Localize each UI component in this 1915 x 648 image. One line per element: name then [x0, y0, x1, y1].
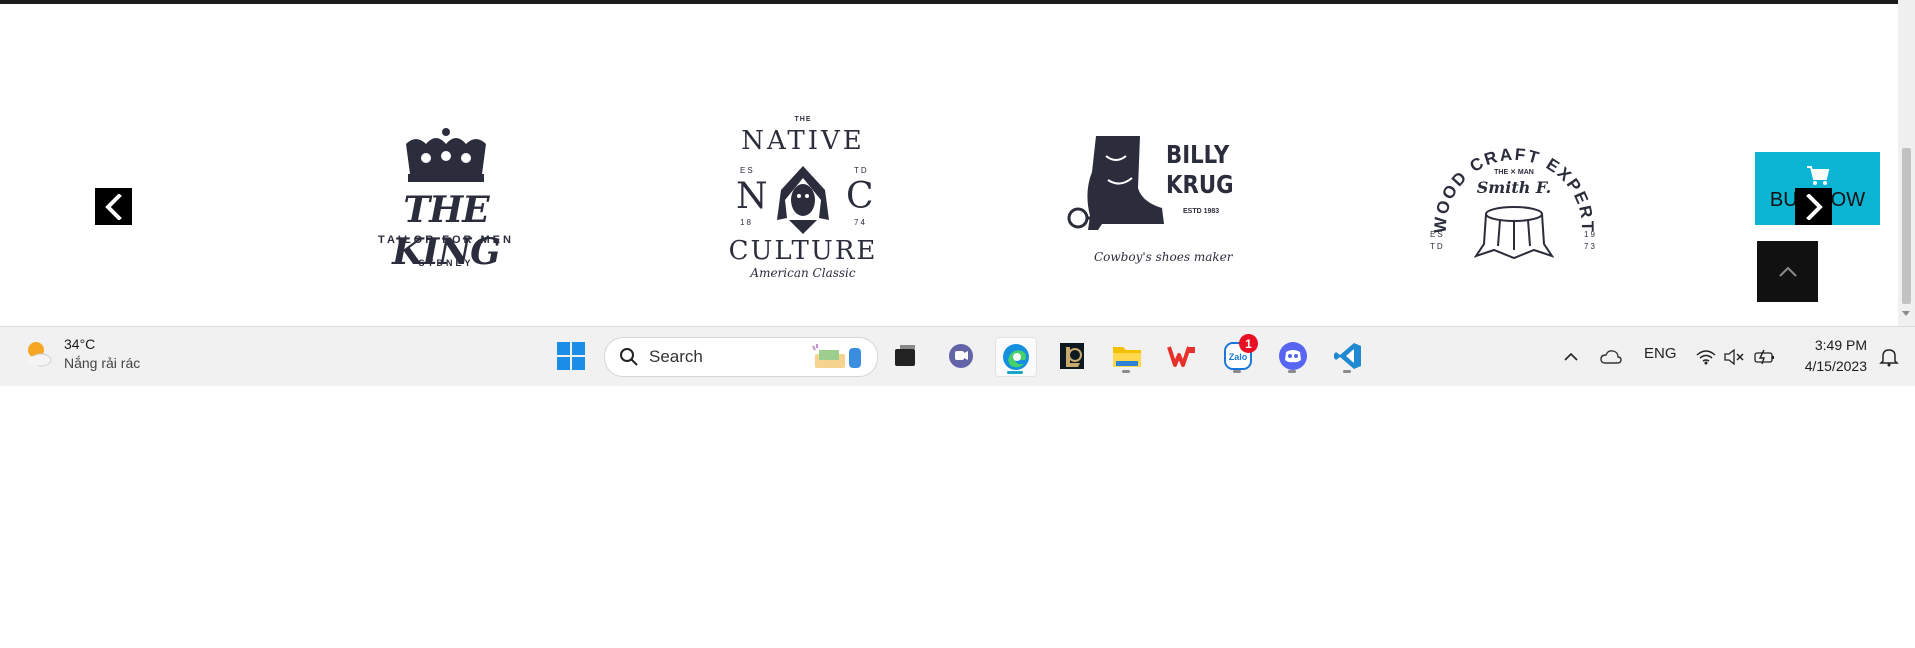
wifi-button[interactable] — [1694, 327, 1718, 386]
league-of-legends-icon — [1060, 343, 1084, 369]
native-headdress-icon — [777, 166, 829, 234]
brand-logo-billy-krug[interactable]: BILLY KRUG ESTD 1983 Cowboy's shoes make… — [1062, 132, 1234, 272]
brand-city: SYDNEY — [418, 258, 474, 268]
est-left2: TD — [1430, 242, 1445, 251]
discord-button[interactable] — [1273, 337, 1313, 375]
svg-text:Zalo: Zalo — [1229, 352, 1248, 362]
search-highlight-icon — [812, 344, 861, 368]
clock-date: 4/15/2023 — [1804, 358, 1867, 374]
est-left: ES — [1430, 230, 1445, 239]
brand-name-line2: CULTURE — [728, 236, 878, 266]
discord-icon — [1279, 342, 1307, 370]
page-scrollbar[interactable] — [1898, 0, 1915, 326]
volume-button[interactable] — [1722, 327, 1746, 386]
battery-button[interactable] — [1752, 327, 1778, 386]
brand-logo-the-king[interactable]: THE KING TAILOR FOR MEN SYDNEY — [356, 126, 536, 276]
scrollbar-thumb[interactable] — [1902, 148, 1911, 304]
onedrive-button[interactable] — [1598, 327, 1624, 386]
wps-office-icon — [1167, 346, 1195, 367]
weather-desc: Nắng rải rác — [64, 355, 141, 371]
brand-script: American Classic — [750, 266, 856, 280]
vscode-button[interactable] — [1328, 337, 1368, 375]
vscode-icon — [1334, 343, 1361, 369]
brand-tagline: TAILOR FOR MEN — [378, 234, 514, 246]
brand-small-text: THE ✕ MAN — [1494, 169, 1534, 176]
sun-cloud-icon — [28, 342, 52, 367]
brand-name-line1: NATIVE — [741, 126, 865, 156]
notification-badge: 1 — [1239, 334, 1258, 353]
chevron-up-icon — [1564, 352, 1578, 361]
back-to-top-button[interactable] — [1757, 241, 1818, 302]
chevron-right-icon — [1805, 193, 1823, 220]
task-view-button[interactable] — [885, 337, 925, 375]
weather-widget[interactable]: 34°C Nắng rải rác — [22, 335, 140, 373]
task-view-icon — [895, 345, 915, 366]
scroll-down-arrow-icon[interactable] — [1902, 311, 1910, 316]
brand-name-line1: BILLY — [1166, 140, 1230, 169]
start-button[interactable] — [551, 337, 591, 375]
search-icon — [620, 348, 638, 366]
speaker-muted-icon — [1724, 348, 1744, 365]
edge-button[interactable] — [995, 337, 1037, 377]
wifi-icon — [1696, 349, 1716, 364]
running-indicator — [1288, 370, 1296, 373]
windows-logo-icon — [557, 342, 585, 370]
web-page: THE KING TAILOR FOR MEN SYDNEY THE NATIV… — [0, 4, 1898, 326]
weather-temp: 34°C — [64, 336, 96, 352]
carousel-prev-button[interactable] — [95, 188, 132, 225]
monogram-right: C — [846, 176, 874, 217]
teams-chat-icon — [949, 344, 973, 368]
brand-top-text: THE — [794, 116, 812, 123]
running-indicator — [1122, 370, 1130, 373]
blank-desktop-area — [0, 386, 1915, 648]
tree-stump-icon — [1474, 206, 1554, 260]
carousel-next-button[interactable] — [1795, 188, 1832, 225]
brand-logo-native-culture[interactable]: THE NATIVE ES TD N C 18 74 CULTURE Ameri… — [728, 116, 878, 286]
running-indicator — [1233, 370, 1241, 373]
chevron-left-icon — [104, 193, 122, 220]
year-left: 18 — [740, 218, 753, 227]
league-of-legends-button[interactable] — [1052, 337, 1092, 375]
cloud-icon — [1600, 349, 1622, 364]
cowboy-boot-icon — [1067, 136, 1164, 230]
active-indicator — [1007, 371, 1023, 374]
show-hidden-icons-button[interactable] — [1560, 327, 1582, 386]
wps-office-button[interactable] — [1162, 337, 1202, 375]
file-explorer-button[interactable] — [1107, 337, 1147, 375]
brand-script: Smith F. — [1476, 178, 1552, 197]
running-indicator — [1343, 370, 1351, 373]
year-left: 19 — [1584, 230, 1597, 239]
taskbar-clock[interactable]: 3:49 PM 4/15/2023 — [1790, 335, 1867, 377]
est-right: TD — [854, 166, 869, 175]
chevron-up-icon — [1778, 266, 1797, 277]
cart-icon — [1806, 166, 1829, 185]
brand-estd: ESTD 1983 — [1183, 208, 1220, 215]
edge-browser-icon — [1003, 344, 1029, 370]
brand-script: Cowboy's shoes maker — [1094, 250, 1233, 264]
language-indicator[interactable]: ENG — [1644, 345, 1677, 362]
battery-charging-icon — [1754, 349, 1774, 364]
year-right: 74 — [854, 218, 867, 227]
search-placeholder: Search — [649, 347, 703, 366]
folder-icon — [1113, 347, 1141, 367]
bell-icon — [1879, 348, 1899, 366]
teams-chat-button[interactable] — [941, 337, 981, 375]
brand-logo-wood-craft-expert[interactable]: WOOD CRAFT EXPERT THE ✕ MAN Smith F. ES … — [1424, 136, 1604, 264]
est-left: ES — [740, 166, 755, 175]
monogram-left: N — [736, 176, 768, 217]
notification-center-button[interactable] — [1874, 327, 1904, 386]
brand-name-line2: KRUG — [1166, 170, 1234, 199]
clock-time: 3:49 PM — [1814, 337, 1867, 353]
year-right: 73 — [1584, 242, 1597, 251]
windows-taskbar: 34°C Nắng rải rác Search Zalo 1 ENG 3:49… — [0, 326, 1915, 386]
taskbar-search[interactable]: Search — [604, 337, 878, 377]
